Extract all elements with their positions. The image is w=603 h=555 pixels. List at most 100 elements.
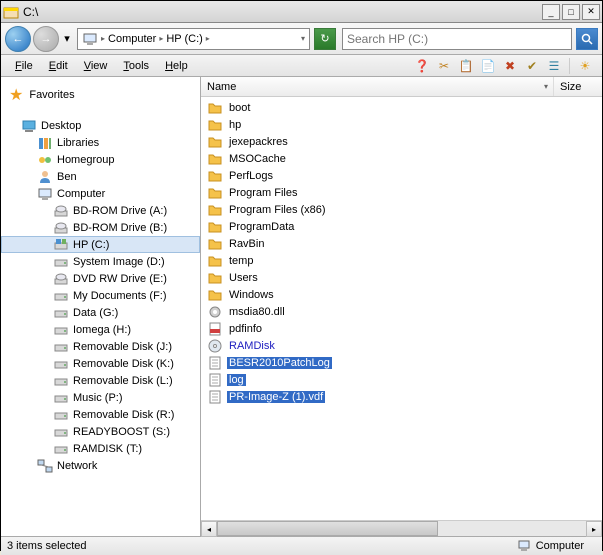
- file-list[interactable]: boothpjexepackresMSOCachePerfLogsProgram…: [201, 97, 602, 520]
- favorites-header[interactable]: ★ Favorites: [1, 83, 200, 107]
- tree-drive[interactable]: HP (C:): [1, 236, 200, 253]
- scroll-right-arrow[interactable]: ▸: [586, 521, 602, 537]
- drive-label: RAMDISK (T:): [73, 443, 142, 455]
- scroll-track[interactable]: [217, 521, 586, 536]
- tree-drive[interactable]: Removable Disk (K:): [1, 355, 200, 372]
- tree-drive[interactable]: My Documents (F:): [1, 287, 200, 304]
- column-size[interactable]: Size: [554, 77, 602, 96]
- scroll-thumb[interactable]: [217, 521, 438, 536]
- refresh-button[interactable]: ↻: [314, 28, 336, 50]
- list-item[interactable]: jexepackres: [201, 133, 602, 150]
- file-label: BESR2010PatchLog: [227, 357, 332, 369]
- breadcrumb-dropdown-icon[interactable]: ▾: [301, 34, 305, 43]
- minimize-button[interactable]: _: [542, 4, 560, 20]
- close-button[interactable]: ✕: [582, 4, 600, 20]
- cut-icon[interactable]: ✂: [435, 57, 453, 75]
- file-label: MSOCache: [227, 153, 288, 165]
- breadcrumb-sep-icon: ▸: [101, 34, 105, 43]
- list-item[interactable]: MSOCache: [201, 150, 602, 167]
- list-item[interactable]: Windows: [201, 286, 602, 303]
- menu-help[interactable]: Help: [157, 58, 196, 74]
- tree-drive[interactable]: RAMDISK (T:): [1, 440, 200, 457]
- tree-drive[interactable]: System Image (D:): [1, 253, 200, 270]
- delete-icon[interactable]: ✖: [501, 57, 519, 75]
- file-label: temp: [227, 255, 255, 267]
- tree-drive[interactable]: BD-ROM Drive (A:): [1, 202, 200, 219]
- file-label: msdia80.dll: [227, 306, 287, 318]
- drive-label: System Image (D:): [73, 256, 165, 268]
- libraries-icon: [37, 135, 53, 151]
- horizontal-scrollbar[interactable]: ◂ ▸: [201, 520, 602, 536]
- breadcrumb-drive[interactable]: HP (C:): [166, 33, 202, 45]
- list-item[interactable]: RAMDisk: [201, 337, 602, 354]
- help-icon[interactable]: ❓: [413, 57, 431, 75]
- column-name[interactable]: Name ▾: [201, 77, 554, 96]
- file-label: RAMDisk: [227, 340, 277, 352]
- list-item[interactable]: temp: [201, 252, 602, 269]
- tree-drive[interactable]: Music (P:): [1, 389, 200, 406]
- drive-label: READYBOOST (S:): [73, 426, 170, 438]
- copy-icon[interactable]: 📋: [457, 57, 475, 75]
- list-item[interactable]: pdfinfo: [201, 320, 602, 337]
- tree-network[interactable]: Network: [1, 457, 200, 474]
- tree-drive[interactable]: Iomega (H:): [1, 321, 200, 338]
- file-icon: [207, 372, 223, 388]
- scroll-left-arrow[interactable]: ◂: [201, 521, 217, 537]
- menu-file[interactable]: File: [7, 58, 41, 74]
- menu-tools[interactable]: Tools: [115, 58, 157, 74]
- tree-drive[interactable]: Removable Disk (J:): [1, 338, 200, 355]
- drive-label: Removable Disk (J:): [73, 341, 172, 353]
- back-button[interactable]: ←: [5, 26, 31, 52]
- list-item[interactable]: Program Files: [201, 184, 602, 201]
- list-item[interactable]: ProgramData: [201, 218, 602, 235]
- tree-desktop[interactable]: Desktop: [1, 117, 200, 134]
- view-mode-icon[interactable]: ☀: [576, 57, 594, 75]
- list-item[interactable]: PerfLogs: [201, 167, 602, 184]
- tree-drive[interactable]: READYBOOST (S:): [1, 423, 200, 440]
- tree-drive[interactable]: Removable Disk (R:): [1, 406, 200, 423]
- list-item[interactable]: hp: [201, 116, 602, 133]
- list-item[interactable]: BESR2010PatchLog: [201, 354, 602, 371]
- search-go-button[interactable]: [576, 28, 598, 50]
- list-item[interactable]: msdia80.dll: [201, 303, 602, 320]
- column-header: Name ▾ Size: [201, 77, 602, 97]
- nav-history-dropdown[interactable]: ▾: [61, 29, 73, 49]
- menu-view[interactable]: View: [76, 58, 116, 74]
- pdf-icon: [207, 321, 223, 337]
- network-icon: [37, 458, 53, 474]
- file-label: Windows: [227, 289, 276, 301]
- breadcrumb-computer[interactable]: Computer: [108, 33, 156, 45]
- list-item[interactable]: boot: [201, 99, 602, 116]
- tree-drive[interactable]: Data (G:): [1, 304, 200, 321]
- properties-icon[interactable]: ☰: [545, 57, 563, 75]
- file-label: Users: [227, 272, 260, 284]
- search-box[interactable]: [342, 28, 572, 50]
- menu-edit[interactable]: Edit: [41, 58, 76, 74]
- list-item[interactable]: PR-Image-Z (1).vdf: [201, 388, 602, 405]
- list-item[interactable]: Users: [201, 269, 602, 286]
- paste-icon[interactable]: 📄: [479, 57, 497, 75]
- tree-homegroup[interactable]: Homegroup: [1, 151, 200, 168]
- tree-computer[interactable]: Computer: [1, 185, 200, 202]
- file-label: boot: [227, 102, 252, 114]
- list-item[interactable]: log: [201, 371, 602, 388]
- drive-label: BD-ROM Drive (A:): [73, 205, 167, 217]
- maximize-button[interactable]: □: [562, 4, 580, 20]
- list-item[interactable]: RavBin: [201, 235, 602, 252]
- drive-icon: [53, 339, 69, 355]
- tree-libraries[interactable]: Libraries: [1, 134, 200, 151]
- drive-label: Data (G:): [73, 307, 118, 319]
- forward-button[interactable]: →: [33, 26, 59, 52]
- tree-drive[interactable]: DVD RW Drive (E:): [1, 270, 200, 287]
- tree-drive[interactable]: BD-ROM Drive (B:): [1, 219, 200, 236]
- main-area: ★ Favorites Desktop Libraries Homegroup …: [1, 77, 602, 536]
- tree-user[interactable]: Ben: [1, 168, 200, 185]
- titlebar: C:\ _ □ ✕: [1, 1, 602, 23]
- file-label: log: [227, 374, 246, 386]
- user-icon: [37, 169, 53, 185]
- search-input[interactable]: [347, 32, 567, 46]
- tree-drive[interactable]: Removable Disk (L:): [1, 372, 200, 389]
- check-icon[interactable]: ✔: [523, 57, 541, 75]
- address-breadcrumb[interactable]: ▸ Computer ▸ HP (C:) ▸ ▾: [77, 28, 310, 50]
- list-item[interactable]: Program Files (x86): [201, 201, 602, 218]
